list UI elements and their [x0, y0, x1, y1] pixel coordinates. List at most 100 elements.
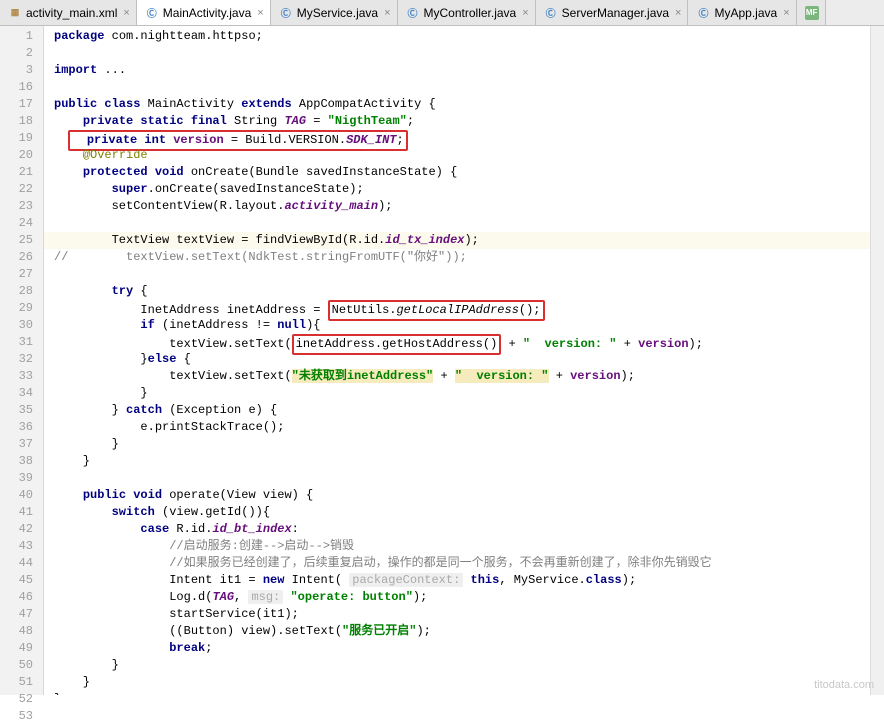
file-icon: Ⓒ: [544, 6, 558, 20]
code-line[interactable]: Intent it1 = new Intent( packageContext:…: [44, 572, 884, 589]
code-line[interactable]: }: [44, 674, 884, 691]
code-line[interactable]: public void operate(View view) {: [44, 487, 884, 504]
code-line[interactable]: //启动服务:创建-->启动-->销毁: [44, 538, 884, 555]
line-number: 35: [0, 402, 43, 419]
code-line[interactable]: switch (view.getId()){: [44, 504, 884, 521]
gutter: 1231617181920212223242526272829303132333…: [0, 26, 44, 695]
code-line[interactable]: try {: [44, 283, 884, 300]
line-number: 39: [0, 470, 43, 487]
line-number: 50: [0, 657, 43, 674]
code-line[interactable]: textView.setText(inetAddress.getHostAddr…: [44, 334, 884, 351]
line-number: 17: [0, 96, 43, 113]
code-line[interactable]: }else {: [44, 351, 884, 368]
line-number: 31: [0, 334, 43, 351]
code-line[interactable]: protected void onCreate(Bundle savedInst…: [44, 164, 884, 181]
tab-MyService.java[interactable]: Ⓒ MyService.java ×: [271, 0, 398, 25]
code-line[interactable]: [44, 215, 884, 232]
line-number: 34: [0, 385, 43, 402]
file-icon: Ⓒ: [406, 6, 420, 20]
code-line[interactable]: break;: [44, 640, 884, 657]
line-number: 49: [0, 640, 43, 657]
code-line[interactable]: @Override: [44, 147, 884, 164]
code-line[interactable]: e.printStackTrace();: [44, 419, 884, 436]
file-icon: ▦: [8, 6, 22, 20]
code-line[interactable]: }: [44, 453, 884, 470]
tab-activity_main.xml[interactable]: ▦ activity_main.xml ×: [0, 0, 137, 25]
code-line[interactable]: TextView textView = findViewById(R.id.id…: [44, 232, 884, 249]
tab-MyController.java[interactable]: Ⓒ MyController.java×: [398, 0, 536, 25]
tab-label: activity_main.xml: [26, 6, 117, 20]
tab-manifest[interactable]: MF: [797, 0, 826, 25]
code-line[interactable]: //如果服务已经创建了，后续重复启动，操作的都是同一个服务，不会再重新创建了，除…: [44, 555, 884, 572]
line-number: 27: [0, 266, 43, 283]
line-number: 47: [0, 606, 43, 623]
editor-area: 1231617181920212223242526272829303132333…: [0, 26, 884, 695]
line-number: 20: [0, 147, 43, 164]
close-icon[interactable]: ×: [520, 7, 528, 19]
code-line[interactable]: [44, 45, 884, 62]
line-number: 18: [0, 113, 43, 130]
code-line[interactable]: if (inetAddress != null){: [44, 317, 884, 334]
code-line[interactable]: } catch (Exception e) {: [44, 402, 884, 419]
code-line[interactable]: }: [44, 385, 884, 402]
line-number: 21: [0, 164, 43, 181]
file-icon: Ⓒ: [696, 6, 710, 20]
line-number: 45: [0, 572, 43, 589]
code-line[interactable]: [44, 266, 884, 283]
close-icon[interactable]: ×: [673, 7, 681, 19]
code-area[interactable]: package com.nightteam.httpso; import ... p…: [44, 26, 884, 695]
code-line[interactable]: private static final String TAG = "Nigth…: [44, 113, 884, 130]
line-number: 29: [0, 300, 43, 317]
code-line[interactable]: import ...: [44, 62, 884, 79]
line-number: 36: [0, 419, 43, 436]
code-line[interactable]: ((Button) view).setText("服务已开启");: [44, 623, 884, 640]
code-line[interactable]: // textView.setText(NdkTest.stringFromUT…: [44, 249, 884, 266]
line-number: 37: [0, 436, 43, 453]
code-line[interactable]: InetAddress inetAddress = NetUtils.getLo…: [44, 300, 884, 317]
line-number: 30: [0, 317, 43, 334]
line-number: 23: [0, 198, 43, 215]
code-line[interactable]: [44, 79, 884, 96]
line-number: 22: [0, 181, 43, 198]
code-line[interactable]: }: [44, 691, 884, 695]
code-line[interactable]: startService(it1);: [44, 606, 884, 623]
code-line[interactable]: public class MainActivity extends AppCom…: [44, 96, 884, 113]
line-number: 51: [0, 674, 43, 691]
tab-MainActivity.java[interactable]: Ⓒ MainActivity.java ×: [137, 0, 271, 25]
code-line[interactable]: case R.id.id_bt_index:: [44, 521, 884, 538]
tab-label: MyService.java: [297, 6, 378, 20]
close-icon[interactable]: ×: [781, 7, 789, 19]
code-line[interactable]: super.onCreate(savedInstanceState);: [44, 181, 884, 198]
code-line[interactable]: setContentView(R.layout.activity_main);: [44, 198, 884, 215]
line-number: 1: [0, 28, 43, 45]
line-number: 26: [0, 249, 43, 266]
code-line[interactable]: textView.setText("未获取到inetAddress" + " v…: [44, 368, 884, 385]
line-number: 24: [0, 215, 43, 232]
file-icon: Ⓒ: [145, 6, 159, 20]
code-line[interactable]: Log.d(TAG, msg: "operate: button");: [44, 589, 884, 606]
line-number: 2: [0, 45, 43, 62]
code-line[interactable]: package com.nightteam.httpso;: [44, 28, 884, 45]
code-line[interactable]: }: [44, 657, 884, 674]
code-line[interactable]: }: [44, 436, 884, 453]
code-line[interactable]: private int version = Build.VERSION.SDK_…: [44, 130, 884, 147]
tab-label: ServerManager.java: [562, 6, 669, 20]
line-number: 28: [0, 283, 43, 300]
tab-ServerManager.java[interactable]: Ⓒ ServerManager.java ×: [536, 0, 689, 25]
tab-label: MainActivity.java: [163, 6, 251, 20]
file-icon: Ⓒ: [279, 6, 293, 20]
code-line[interactable]: [44, 470, 884, 487]
line-number: 33: [0, 368, 43, 385]
watermark: titodata.com: [814, 679, 874, 691]
close-icon[interactable]: ×: [121, 7, 129, 19]
close-icon[interactable]: ×: [255, 7, 263, 19]
line-number: 53: [0, 708, 43, 725]
file-icon: MF: [805, 6, 819, 20]
line-number: 32: [0, 351, 43, 368]
close-icon[interactable]: ×: [382, 7, 390, 19]
tab-MyApp.java[interactable]: Ⓒ MyApp.java ×: [688, 0, 796, 25]
tab-label: MyController.java: [424, 6, 517, 20]
tab-label: MyApp.java: [714, 6, 777, 20]
vertical-scrollbar[interactable]: [870, 26, 884, 695]
line-number: 48: [0, 623, 43, 640]
